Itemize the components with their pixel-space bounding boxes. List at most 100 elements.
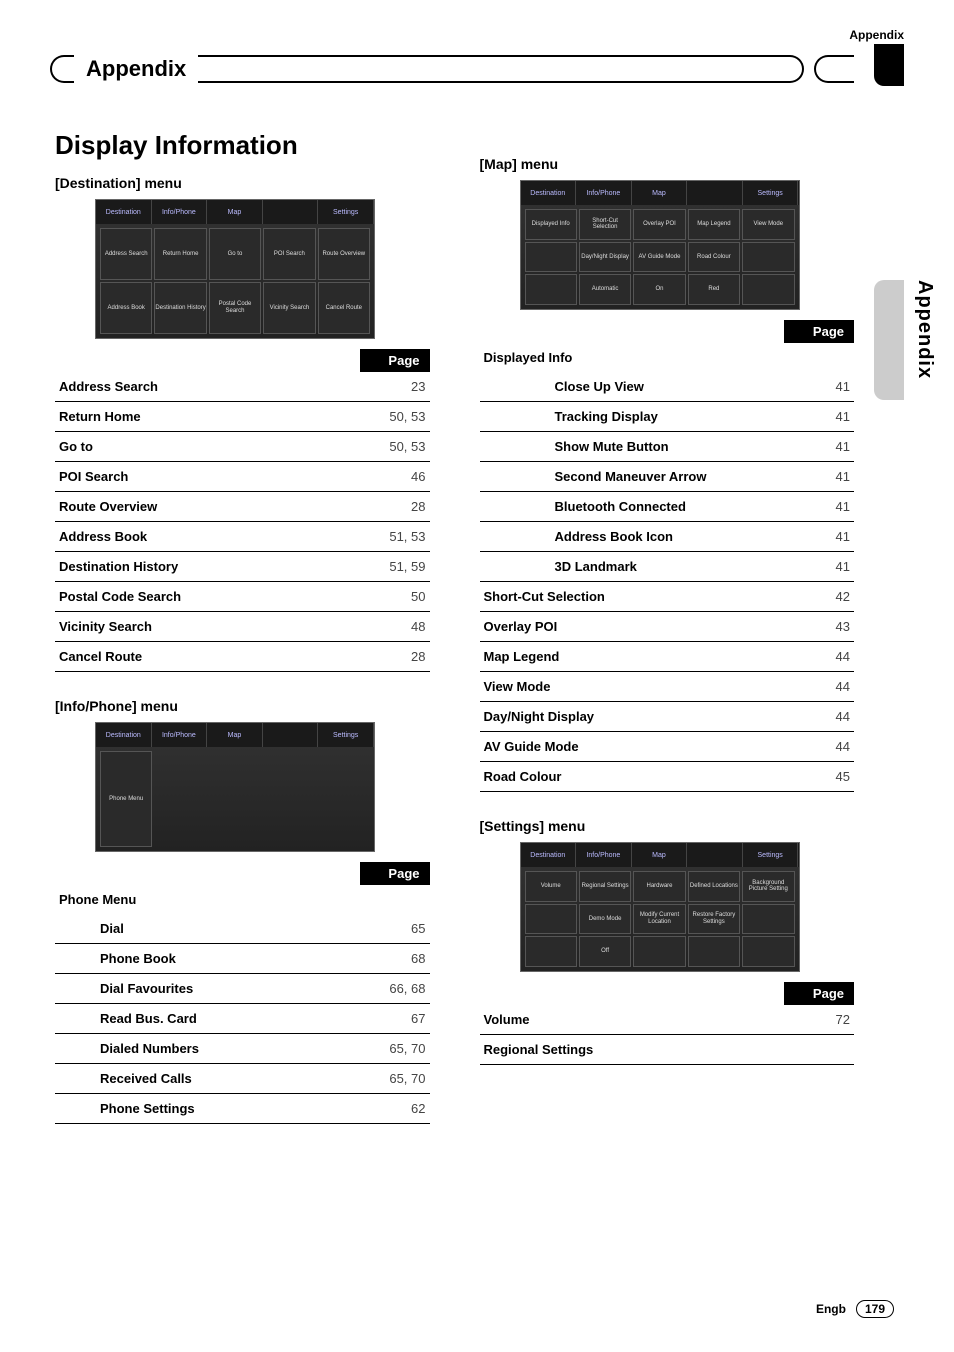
table-row: Cancel Route28	[55, 642, 430, 672]
infophone-menu-heading: [Info/Phone] menu	[55, 698, 430, 714]
row-page: 50	[360, 582, 430, 612]
table-row: Overlay POI43	[480, 612, 855, 642]
settings-heading-prefix: [Settings]	[480, 818, 545, 834]
header-section: Appendix	[849, 28, 904, 42]
shot-cell: Road Colour	[688, 242, 740, 273]
table-row: POI Search46	[55, 462, 430, 492]
map-table: Page Displayed Info Close Up View41Track…	[480, 320, 855, 792]
row-label: View Mode	[480, 672, 785, 702]
row-label: Dial Favourites	[55, 974, 360, 1004]
shot-cell: Day/Night Display	[579, 242, 631, 273]
shot-cell: Short-Cut Selection	[579, 209, 631, 240]
row-label: Bluetooth Connected	[480, 492, 785, 522]
table-row: Bluetooth Connected41	[480, 492, 855, 522]
row-label: Go to	[55, 432, 360, 462]
shot-cell: Go to	[209, 228, 261, 280]
row-page: 68	[360, 944, 430, 974]
row-page: 41	[784, 552, 854, 582]
row-page: 66, 68	[360, 974, 430, 1004]
footer: Engb 179	[816, 1300, 894, 1318]
shot-cell	[742, 936, 794, 967]
shot-tab: Destination	[96, 200, 152, 224]
shot-tab: Destination	[521, 843, 577, 867]
row-page: 67	[360, 1004, 430, 1034]
group-displayed-info: Displayed Info	[480, 343, 785, 372]
table-row: Route Overview28	[55, 492, 430, 522]
table-row: Address Search23	[55, 372, 430, 402]
shot-cell: Vicinity Search	[263, 282, 315, 334]
row-page: 51, 59	[360, 552, 430, 582]
shot-cell: Demo Mode	[579, 904, 631, 935]
table-row: Short-Cut Selection42	[480, 582, 855, 612]
shot-cell: Defined Locations	[688, 871, 740, 902]
shot-tab: Info/Phone	[576, 181, 632, 205]
shot-tab: Settings	[318, 723, 374, 747]
table-row: Address Book51, 53	[55, 522, 430, 552]
shot-cell	[525, 242, 577, 273]
shot-cell	[525, 274, 577, 305]
row-page: 50, 53	[360, 432, 430, 462]
shot-cell: Overlay POI	[633, 209, 685, 240]
row-label: Received Calls	[55, 1064, 360, 1094]
row-label: Overlay POI	[480, 612, 785, 642]
row-page: 41	[784, 462, 854, 492]
row-label: Address Book Icon	[480, 522, 785, 552]
shot-tab	[687, 181, 743, 205]
shot-cell: Hardware	[633, 871, 685, 902]
shot-cell	[688, 936, 740, 967]
table-row: AV Guide Mode44	[480, 732, 855, 762]
settings-screenshot: Destination Info/Phone Map Settings Volu…	[520, 842, 800, 972]
row-label: Vicinity Search	[55, 612, 360, 642]
row-label: Dial	[55, 914, 360, 944]
table-row: Received Calls65, 70	[55, 1064, 430, 1094]
shot-tab	[263, 723, 319, 747]
table-row: Return Home50, 53	[55, 402, 430, 432]
footer-page-number: 179	[856, 1300, 894, 1318]
infophone-screenshot: Destination Info/Phone Map Settings Phon…	[95, 722, 375, 852]
destination-table: Page Address Search23Return Home50, 53Go…	[55, 349, 430, 672]
row-label: Read Bus. Card	[55, 1004, 360, 1034]
table-row: Day/Night Display44	[480, 702, 855, 732]
row-page: 72	[784, 1005, 854, 1035]
shot-tab: Destination	[96, 723, 152, 747]
shot-cell: On	[633, 274, 685, 305]
destination-heading-prefix: [Destination]	[55, 175, 141, 191]
table-row: Map Legend44	[480, 642, 855, 672]
settings-menu-heading: [Settings] menu	[480, 818, 855, 834]
side-label-appendix: Appendix	[913, 280, 936, 379]
row-page: 41	[784, 432, 854, 462]
row-page: 44	[784, 732, 854, 762]
row-label: Road Colour	[480, 762, 785, 792]
shot-cell: Route Overview	[318, 228, 370, 280]
row-label: Route Overview	[55, 492, 360, 522]
shot-tab: Map	[207, 200, 263, 224]
shot-tab: Map	[207, 723, 263, 747]
row-page: 44	[784, 672, 854, 702]
table-row: Address Book Icon41	[480, 522, 855, 552]
shot-tab	[687, 843, 743, 867]
row-label: Show Mute Button	[480, 432, 785, 462]
chapter-bar: Appendix	[50, 52, 854, 86]
destination-menu-heading: [Destination] menu	[55, 175, 430, 191]
infophone-heading-prefix: [Info/Phone]	[55, 698, 137, 714]
shot-cell: Displayed Info	[525, 209, 577, 240]
shot-cell: Address Book	[100, 282, 152, 334]
row-label: Address Search	[55, 372, 360, 402]
row-page: 65, 70	[360, 1034, 430, 1064]
shot-cell: Address Search	[100, 228, 152, 280]
table-row: View Mode44	[480, 672, 855, 702]
row-page: 65	[360, 914, 430, 944]
table-row: Second Maneuver Arrow41	[480, 462, 855, 492]
page-header: Page	[360, 349, 430, 372]
table-row: Go to50, 53	[55, 432, 430, 462]
shot-cell: Modify Current Location	[633, 904, 685, 935]
row-page: 44	[784, 642, 854, 672]
shot-tab: Map	[632, 181, 688, 205]
settings-table: Page Volume72Regional Settings	[480, 982, 855, 1065]
table-row: Show Mute Button41	[480, 432, 855, 462]
row-page: 43	[784, 612, 854, 642]
shot-cell: Return Home	[154, 228, 206, 280]
row-page: 41	[784, 492, 854, 522]
row-label: Address Book	[55, 522, 360, 552]
shot-tab	[263, 200, 319, 224]
